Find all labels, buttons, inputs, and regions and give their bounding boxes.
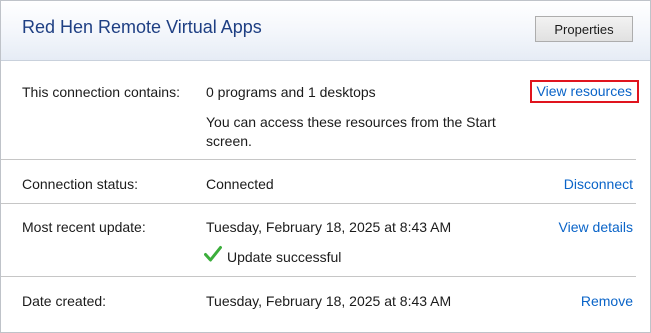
divider: [1, 159, 636, 160]
view-resources-link[interactable]: View resources: [529, 80, 639, 103]
start-screen-note: You can access these resources from the …: [206, 114, 496, 149]
contains-value: 0 programs and 1 desktops: [206, 84, 376, 100]
update-label: Most recent update:: [22, 219, 146, 235]
connection-header: Red Hen Remote Virtual Apps Properties: [1, 1, 650, 61]
update-value: Tuesday, February 18, 2025 at 8:43 AM: [206, 219, 452, 235]
disconnect-link[interactable]: Disconnect: [564, 176, 633, 192]
status-value: Connected: [206, 176, 274, 192]
connection-title: Red Hen Remote Virtual Apps: [22, 17, 262, 37]
remote-connection-panel: Red Hen Remote Virtual Apps Properties T…: [0, 0, 651, 333]
contains-label: This connection contains:: [22, 84, 180, 100]
properties-button[interactable]: Properties: [535, 16, 633, 42]
remove-link[interactable]: Remove: [581, 293, 633, 309]
status-label: Connection status:: [22, 176, 138, 192]
divider: [1, 203, 636, 204]
checkmark-icon: [204, 246, 222, 262]
created-value: Tuesday, February 18, 2025 at 8:43 AM: [206, 293, 452, 309]
created-label: Date created:: [22, 293, 107, 309]
divider: [1, 276, 636, 277]
view-details-link[interactable]: View details: [559, 219, 633, 235]
update-result: Update successful: [227, 249, 342, 265]
